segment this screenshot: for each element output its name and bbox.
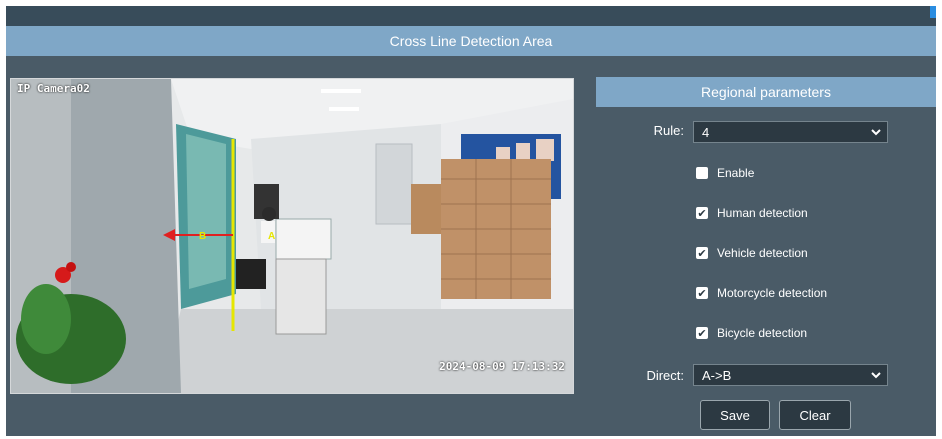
camera-scene — [11, 79, 573, 393]
vehicle-detection-label: Vehicle detection — [717, 246, 808, 260]
camera-preview[interactable]: IP Camera02 B A 2024-08-09 17:13:32 — [10, 78, 574, 394]
bicycle-detection-checkbox[interactable]: ✔ Bicycle detection — [696, 324, 807, 342]
chevron-down-icon — [871, 129, 881, 136]
motorcycle-detection-label: Motorcycle detection — [717, 286, 828, 300]
human-detection-checkbox[interactable]: ✔ Human detection — [696, 204, 808, 222]
chevron-down-icon — [871, 372, 881, 379]
enable-checkbox[interactable]: Enable — [696, 164, 754, 182]
checkbox-box[interactable]: ✔ — [696, 327, 708, 340]
rule-label: Rule: — [653, 123, 684, 138]
window-icon — [930, 6, 936, 18]
point-b-label: B — [199, 231, 207, 242]
enable-label: Enable — [717, 166, 755, 180]
direct-value: A->B — [702, 367, 732, 383]
vehicle-detection-checkbox[interactable]: ✔ Vehicle detection — [696, 244, 808, 262]
page-title: Cross Line Detection Area — [6, 26, 936, 56]
rule-value: 4 — [702, 124, 710, 140]
save-button[interactable]: Save — [700, 400, 770, 430]
camera-name: IP Camera02 — [17, 82, 90, 95]
clear-button[interactable]: Clear — [779, 400, 851, 430]
direct-label: Direct: — [646, 368, 684, 383]
regional-parameters-header: Regional parameters — [596, 77, 936, 107]
bicycle-detection-label: Bicycle detection — [717, 326, 808, 340]
checkbox-box[interactable]: ✔ — [696, 247, 708, 260]
direct-select[interactable]: A->B — [693, 364, 888, 386]
checkbox-box[interactable]: ✔ — [696, 287, 708, 300]
checkbox-box[interactable]: ✔ — [696, 207, 708, 220]
rule-select[interactable]: 4 — [693, 121, 888, 143]
checkbox-box[interactable] — [696, 167, 708, 179]
motorcycle-detection-checkbox[interactable]: ✔ Motorcycle detection — [696, 284, 827, 302]
human-detection-label: Human detection — [717, 206, 808, 220]
timestamp: 2024-08-09 17:13:32 — [439, 360, 565, 373]
top-bar — [6, 6, 936, 26]
point-a-label: A — [268, 231, 276, 242]
